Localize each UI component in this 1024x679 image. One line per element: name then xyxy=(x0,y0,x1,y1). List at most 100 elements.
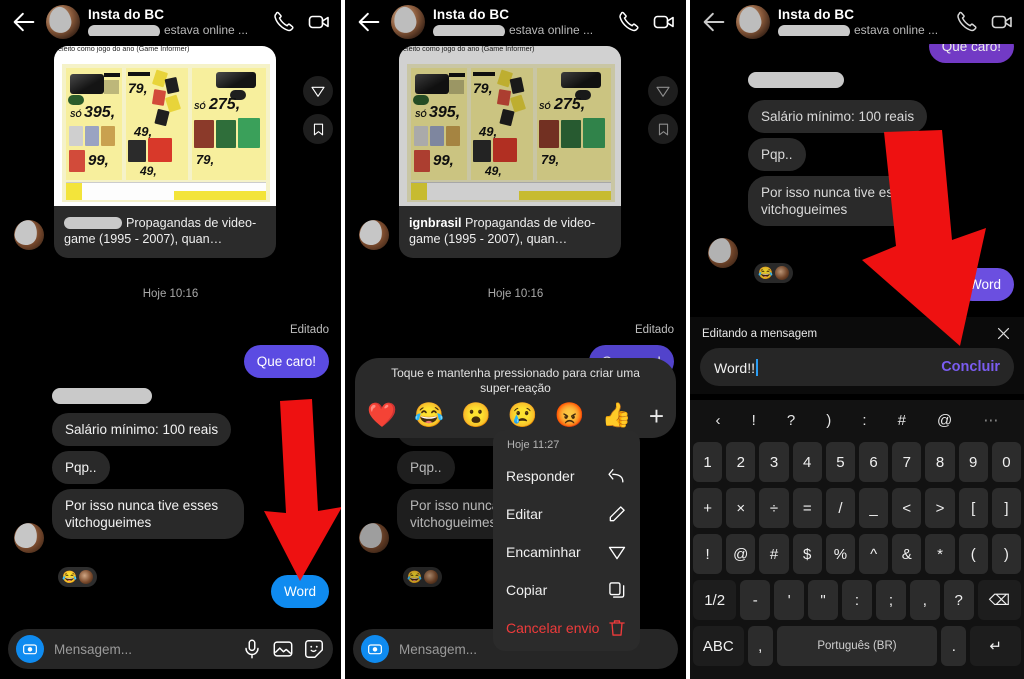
key-comma-bottom[interactable]: , xyxy=(747,626,773,666)
key-times[interactable]: × xyxy=(726,488,756,528)
key-ampersand[interactable]: & xyxy=(892,534,922,574)
post-username[interactable]: ignbrasil xyxy=(409,216,461,230)
context-menu-item-copiar[interactable]: Copiar xyxy=(493,571,640,609)
kb-sugg-prev-icon[interactable]: ‹ xyxy=(716,412,721,429)
gallery-icon[interactable] xyxy=(272,638,294,660)
key-hash[interactable]: # xyxy=(759,534,789,574)
key-colon[interactable]: : xyxy=(842,580,872,620)
super-reaction-tray[interactable]: Toque e mantenha pressionado para criar … xyxy=(355,358,676,438)
key-3[interactable]: 3 xyxy=(759,442,789,482)
key-4[interactable]: 4 xyxy=(792,442,822,482)
video-camera-icon[interactable] xyxy=(307,10,331,34)
reaction-angry-icon[interactable]: 😡 xyxy=(555,402,585,430)
edit-message-input[interactable]: Word!! xyxy=(714,358,758,376)
message-bubble-pqp[interactable]: Pqp.. xyxy=(52,451,110,484)
key-asterisk[interactable]: * xyxy=(925,534,955,574)
avatar[interactable] xyxy=(391,5,425,39)
save-button[interactable] xyxy=(648,114,678,144)
message-bubble-pqp[interactable]: Pqp.. xyxy=(748,138,806,171)
key-0[interactable]: 0 xyxy=(991,442,1022,482)
key-underscore[interactable]: _ xyxy=(859,488,889,528)
key-2[interactable]: 2 xyxy=(726,442,756,482)
key-9[interactable]: 9 xyxy=(958,442,988,482)
back-arrow-icon[interactable] xyxy=(355,8,383,36)
key-dollar[interactable]: $ xyxy=(792,534,822,574)
close-x-icon[interactable] xyxy=(995,325,1012,342)
phone-icon[interactable] xyxy=(954,10,978,34)
message-composer[interactable]: Mensagem... xyxy=(8,629,333,669)
key-at[interactable]: @ xyxy=(726,534,756,574)
key-8[interactable]: 8 xyxy=(925,442,955,482)
key-hyphen[interactable]: - xyxy=(740,580,771,620)
reaction-badge[interactable]: 😂 xyxy=(58,567,97,587)
message-bubble-vitchogueimes[interactable]: Por isso nunca tive esses vitchogueimes xyxy=(748,176,944,226)
conclude-button[interactable]: Concluir xyxy=(941,359,1000,375)
key-semicolon[interactable]: ; xyxy=(875,580,906,620)
key-paren-close[interactable]: ) xyxy=(991,534,1022,574)
kb-sugg-colon[interactable]: : xyxy=(862,412,866,429)
message-bubble-salario[interactable]: Salário mínimo: 100 reais xyxy=(748,100,928,133)
message-bubble-que-caro[interactable]: Que caro! xyxy=(243,345,329,378)
message-bubble-pqp[interactable]: Pqp.. xyxy=(397,451,455,484)
context-menu-item-responder[interactable]: Responder xyxy=(493,457,640,495)
kb-sugg-question[interactable]: ? xyxy=(787,412,795,429)
key-percent[interactable]: % xyxy=(825,534,855,574)
context-menu-item-cancelar-envio[interactable]: Cancelar envio xyxy=(493,609,640,647)
reaction-sad-icon[interactable]: 😢 xyxy=(508,402,538,430)
keyboard-suggestion-row[interactable]: ‹ ! ? ) : # @ ⋯ xyxy=(690,400,1024,440)
message-bubble-word-editing[interactable]: Word xyxy=(955,268,1014,301)
on-screen-keyboard[interactable]: ‹ ! ? ) : # @ ⋯ 1 2 3 4 5 6 7 8 9 0 + × … xyxy=(690,400,1024,679)
key-1[interactable]: 1 xyxy=(692,442,723,482)
message-thread[interactable]: eleito como jogo do ano (Game Informer) … xyxy=(0,28,341,679)
back-arrow-icon[interactable] xyxy=(10,8,38,36)
key-5[interactable]: 5 xyxy=(825,442,855,482)
phone-icon[interactable] xyxy=(616,10,640,34)
avatar[interactable] xyxy=(46,5,80,39)
shared-post-card[interactable]: eleito como jogo do ano (Game Informer) … xyxy=(54,46,276,258)
key-backspace-icon[interactable]: ⌫ xyxy=(977,580,1022,620)
reaction-laugh-icon[interactable]: 😂 xyxy=(414,402,444,430)
edit-message-input-row[interactable]: Word!! Concluir xyxy=(700,348,1014,386)
reaction-badge[interactable]: 😂 xyxy=(754,263,793,283)
key-bracket-open[interactable]: [ xyxy=(958,488,988,528)
reaction-thumbsup-icon[interactable]: 👍 xyxy=(602,402,632,430)
kb-sugg-at[interactable]: @ xyxy=(937,412,952,429)
sticker-icon[interactable] xyxy=(303,638,325,660)
share-button[interactable] xyxy=(303,76,333,106)
reaction-badge[interactable]: 😂 xyxy=(403,567,442,587)
microphone-icon[interactable] xyxy=(241,638,263,660)
camera-button[interactable] xyxy=(16,635,44,663)
avatar[interactable] xyxy=(736,5,770,39)
key-period[interactable]: . xyxy=(941,626,967,666)
reaction-heart-icon[interactable]: ❤️ xyxy=(367,402,397,430)
kb-sugg-exclaim[interactable]: ! xyxy=(752,412,756,429)
key-comma[interactable]: , xyxy=(909,580,940,620)
key-page-toggle[interactable]: 1/2 xyxy=(692,580,737,620)
key-greater-than[interactable]: > xyxy=(925,488,955,528)
shared-post-card[interactable]: eleito como jogo do ano (Game Informer) … xyxy=(399,46,621,258)
save-button[interactable] xyxy=(303,114,333,144)
key-slash[interactable]: / xyxy=(825,488,855,528)
key-apostrophe[interactable]: ' xyxy=(774,580,805,620)
key-question[interactable]: ? xyxy=(943,580,974,620)
key-enter-icon[interactable]: ↵ xyxy=(970,626,1021,666)
key-abc-toggle[interactable]: ABC xyxy=(693,626,744,666)
more-reactions-plus-icon[interactable]: + xyxy=(649,402,664,430)
share-button[interactable] xyxy=(648,76,678,106)
camera-button[interactable] xyxy=(361,635,389,663)
phone-icon[interactable] xyxy=(271,10,295,34)
kb-sugg-paren[interactable]: ) xyxy=(826,412,831,429)
edit-message-bar[interactable]: Editando a mensagem Word!! Concluir xyxy=(690,317,1024,394)
reaction-surprised-icon[interactable]: 😮 xyxy=(461,402,491,430)
key-plus[interactable]: + xyxy=(692,488,723,528)
key-exclaim[interactable]: ! xyxy=(692,534,723,574)
key-paren-open[interactable]: ( xyxy=(958,534,988,574)
key-caret[interactable]: ^ xyxy=(859,534,889,574)
message-bubble-salario[interactable]: Salário mínimo: 100 reais xyxy=(52,413,232,446)
back-arrow-icon[interactable] xyxy=(700,8,728,36)
context-menu-item-encaminhar[interactable]: Encaminhar xyxy=(493,533,640,571)
key-spacebar[interactable]: Português (BR) xyxy=(776,626,938,666)
message-context-menu[interactable]: Hoje 11:27 Responder Editar Encaminhar C… xyxy=(493,430,640,651)
message-bubble-word[interactable]: Word xyxy=(270,575,329,608)
key-7[interactable]: 7 xyxy=(892,442,922,482)
